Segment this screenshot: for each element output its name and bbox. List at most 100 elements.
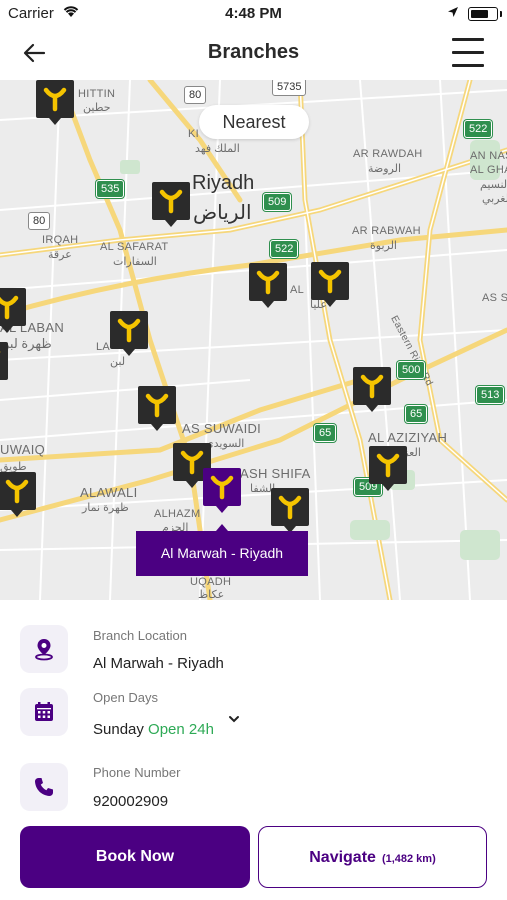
map-label: AR RABWAH <box>352 225 421 237</box>
phone-row: Phone Number 920002909 <box>0 763 507 813</box>
book-now-button[interactable]: Book Now <box>20 826 250 888</box>
branch-pin[interactable] <box>311 262 349 307</box>
branch-logo-icon <box>159 189 183 214</box>
menu-button[interactable] <box>452 36 484 68</box>
map-label: الربوة <box>370 240 397 252</box>
road-shield: 522 <box>464 120 493 138</box>
calendar-icon <box>35 702 53 721</box>
branch-logo-icon <box>0 295 19 320</box>
map-label: لبن <box>110 356 126 368</box>
map-label: AL AZIZIYAH <box>368 430 448 445</box>
branch-pin[interactable] <box>138 386 176 431</box>
road-shield: 522 <box>270 240 299 258</box>
branch-pin[interactable] <box>0 472 36 517</box>
open-day-value: Sunday <box>93 721 144 738</box>
branch-logo-icon <box>278 495 302 520</box>
phone-label: Phone Number <box>93 765 181 780</box>
map-label: السفارات <box>113 256 157 268</box>
map-label: الروضة <box>368 163 402 175</box>
branch-pin-selected[interactable] <box>203 468 241 513</box>
map-roads <box>0 80 507 600</box>
branch-pin[interactable] <box>0 288 26 333</box>
header: Branches <box>0 28 507 80</box>
nearest-button[interactable]: Nearest <box>199 105 309 139</box>
map-label: AS SUWAIDI <box>182 421 262 436</box>
road-shield: 5735 <box>272 80 307 96</box>
map-label: الملك فهد <box>195 143 240 155</box>
phone-icon <box>35 778 53 796</box>
branches-map[interactable]: HITTIN حطين KI الملك فهد Riyadh الرياض A… <box>0 80 507 600</box>
map-label: IRQAH <box>42 234 79 246</box>
branch-logo-icon <box>360 374 384 399</box>
map-label: ALAWALI <box>80 485 138 500</box>
map-label: HITTIN <box>78 88 116 100</box>
branch-pin[interactable] <box>110 311 148 356</box>
clock: 4:48 PM <box>225 5 282 22</box>
branch-logo-icon <box>180 450 204 475</box>
road-shield: 513 <box>476 386 505 404</box>
book-now-label: Book Now <box>95 848 175 865</box>
selected-branch-callout[interactable]: Al Marwah - Riyadh <box>136 524 308 576</box>
navigate-label: Navigate <box>309 849 376 866</box>
status-bar: Carrier 4:48 PM <box>0 0 507 28</box>
map-label: UQADH <box>190 576 232 588</box>
battery-icon <box>468 7 502 21</box>
branch-logo-icon <box>256 270 280 295</box>
branch-logo-icon <box>0 350 1 354</box>
road-shield: 500 <box>397 361 426 379</box>
branch-pin[interactable] <box>369 446 407 491</box>
map-label: KI <box>188 128 199 140</box>
page-title: Branches <box>207 41 300 63</box>
calendar-icon-tile <box>20 688 68 736</box>
road-shield: 65 <box>314 424 337 442</box>
branch-pin[interactable] <box>271 488 309 533</box>
branch-pin[interactable] <box>152 182 190 227</box>
map-label: UWAIQ <box>0 442 46 457</box>
branch-pin[interactable] <box>353 367 391 412</box>
navigate-distance: (1,482 km) <box>381 853 436 865</box>
map-label: AL <box>290 284 305 296</box>
location-arrow-icon <box>447 5 459 22</box>
road-shield: 80 <box>184 86 207 104</box>
phone-icon-tile[interactable] <box>20 763 68 811</box>
branch-location-label: Branch Location <box>93 628 187 643</box>
map-label: AR RAWDAH <box>353 148 423 160</box>
map-label: النسيم <box>480 179 507 191</box>
open-days-row: Open Days Sunday Open 24h <box>0 688 507 748</box>
navigate-button[interactable]: Navigate (1,482 km) <box>258 826 487 888</box>
map-label: عرقة <box>48 249 72 261</box>
map-label: ظهرة نمار <box>82 502 129 514</box>
map-label: ASH SHIFA <box>240 466 311 481</box>
branch-logo-icon <box>376 453 400 478</box>
open-status: Open 24h <box>148 721 214 738</box>
branch-pin[interactable] <box>0 342 8 380</box>
branch-pin[interactable] <box>36 80 74 125</box>
open-days-selector[interactable]: Sunday Open 24h <box>93 721 214 738</box>
branch-location-value: Al Marwah - Riyadh <box>93 655 224 672</box>
map-label: عكاظ <box>198 589 225 600</box>
chevron-down-icon[interactable] <box>228 714 240 724</box>
map-label: ALHAZM <box>154 508 201 520</box>
branch-logo-icon <box>145 393 169 418</box>
branch-logo-icon <box>210 475 234 500</box>
road-shield: 509 <box>263 193 292 211</box>
branch-pin[interactable] <box>249 263 287 308</box>
road-shield: 535 <box>96 180 125 198</box>
branch-logo-icon <box>43 87 67 112</box>
phone-number[interactable]: 920002909 <box>93 793 168 810</box>
map-label: AS SU <box>482 292 507 304</box>
branch-location-row: Branch Location Al Marwah - Riyadh <box>0 625 507 685</box>
location-icon-tile <box>20 625 68 673</box>
map-label: AN NAS <box>470 150 507 162</box>
branch-logo-icon <box>318 269 342 294</box>
road-shield: 80 <box>28 212 51 230</box>
city-label: الرياض <box>193 202 252 224</box>
map-label: حطين <box>83 102 111 114</box>
branch-logo-icon <box>5 479 29 504</box>
map-label: AL GHA <box>470 164 507 176</box>
road-shield: 65 <box>405 405 428 423</box>
open-days-label: Open Days <box>93 690 159 705</box>
map-label: الغربي <box>482 193 507 205</box>
map-label: AL SAFARAT <box>100 241 169 253</box>
map-label: LA <box>96 341 111 353</box>
